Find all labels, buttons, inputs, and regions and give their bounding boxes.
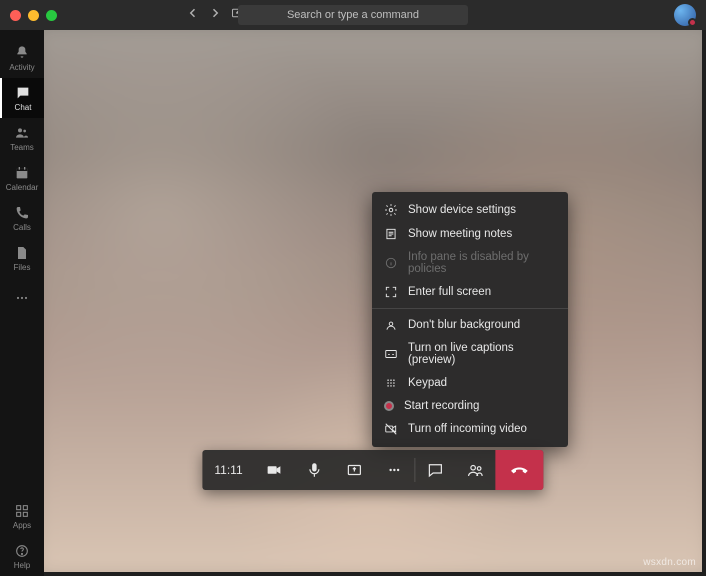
file-icon — [14, 245, 30, 261]
bell-icon — [14, 45, 30, 61]
teams-icon — [14, 125, 30, 141]
rail-chat[interactable]: Chat — [0, 78, 44, 118]
hangup-icon — [510, 460, 530, 480]
menu-device-settings[interactable]: Show device settings — [372, 198, 568, 222]
rail-activity[interactable]: Activity — [0, 38, 44, 78]
meeting-stage: Show device settings Show meeting notes … — [44, 30, 702, 572]
rail-label: Chat — [15, 103, 32, 112]
menu-label: Enter full screen — [408, 286, 491, 298]
menu-label: Don't blur background — [408, 319, 520, 331]
rail-teams[interactable]: Teams — [0, 118, 44, 158]
keypad-icon — [384, 376, 398, 390]
call-timer: 11:11 — [202, 450, 254, 490]
fullscreen-icon — [384, 285, 398, 299]
nav-back-button[interactable] — [187, 6, 199, 24]
gear-icon — [384, 203, 398, 217]
blur-icon — [384, 318, 398, 332]
info-icon — [384, 256, 398, 270]
menu-divider — [372, 308, 568, 309]
more-actions-menu: Show device settings Show meeting notes … — [372, 192, 568, 447]
rail-label: Help — [14, 561, 30, 570]
app-window: Search or type a command Activity Chat T… — [0, 0, 706, 576]
hangup-button[interactable] — [496, 450, 544, 490]
share-button[interactable] — [335, 450, 375, 490]
mic-icon — [306, 461, 324, 479]
ellipsis-icon — [14, 290, 30, 306]
search-input[interactable]: Search or type a command — [238, 5, 468, 25]
search-placeholder: Search or type a command — [287, 9, 419, 21]
menu-blur-background[interactable]: Don't blur background — [372, 313, 568, 337]
calendar-icon — [14, 165, 30, 181]
menu-keypad[interactable]: Keypad — [372, 371, 568, 395]
zoom-window-button[interactable] — [46, 10, 57, 21]
menu-label: Start recording — [404, 400, 479, 412]
phone-icon — [14, 205, 30, 221]
captions-icon — [384, 347, 398, 361]
rail-calendar[interactable]: Calendar — [0, 158, 44, 198]
camera-button[interactable] — [255, 450, 295, 490]
camera-icon — [266, 461, 284, 479]
video-off-icon — [384, 422, 398, 436]
app-rail: Activity Chat Teams Calendar Calls Files — [0, 30, 44, 576]
rail-label: Apps — [13, 521, 31, 530]
menu-label: Show device settings — [408, 204, 516, 216]
rail-more[interactable] — [0, 278, 44, 318]
notes-icon — [384, 227, 398, 241]
chat-icon — [15, 85, 31, 101]
rail-apps[interactable]: Apps — [0, 496, 44, 536]
apps-icon — [14, 503, 30, 519]
call-controls: 11:11 — [202, 450, 543, 490]
rail-label: Calendar — [6, 183, 38, 192]
rail-label: Activity — [9, 63, 34, 72]
menu-meeting-notes[interactable]: Show meeting notes — [372, 222, 568, 246]
mic-button[interactable] — [295, 450, 335, 490]
menu-label: Info pane is disabled by policies — [408, 251, 556, 275]
minimize-window-button[interactable] — [28, 10, 39, 21]
participants-button[interactable] — [456, 450, 496, 490]
rail-calls[interactable]: Calls — [0, 198, 44, 238]
titlebar: Search or type a command — [0, 0, 706, 30]
menu-label: Turn on live captions (preview) — [408, 342, 556, 366]
menu-start-recording[interactable]: Start recording — [372, 395, 568, 417]
menu-live-captions[interactable]: Turn on live captions (preview) — [372, 337, 568, 371]
menu-info-pane: Info pane is disabled by policies — [372, 246, 568, 280]
help-icon — [14, 543, 30, 559]
record-icon — [384, 401, 394, 411]
presence-indicator — [688, 18, 697, 27]
rail-label: Teams — [10, 143, 34, 152]
rail-label: Files — [14, 263, 31, 272]
people-icon — [467, 461, 485, 479]
close-window-button[interactable] — [10, 10, 21, 21]
menu-label: Turn off incoming video — [408, 423, 527, 435]
share-screen-icon — [346, 461, 364, 479]
ellipsis-icon — [386, 461, 404, 479]
avatar[interactable] — [674, 4, 696, 26]
rail-help[interactable]: Help — [0, 536, 44, 576]
window-controls — [10, 10, 57, 21]
chat-icon — [427, 461, 445, 479]
chat-button[interactable] — [416, 450, 456, 490]
menu-label: Show meeting notes — [408, 228, 512, 240]
more-actions-button[interactable] — [375, 450, 415, 490]
menu-fullscreen[interactable]: Enter full screen — [372, 280, 568, 304]
rail-files[interactable]: Files — [0, 238, 44, 278]
menu-label: Keypad — [408, 377, 447, 389]
watermark: wsxdn.com — [643, 557, 696, 568]
rail-label: Calls — [13, 223, 31, 232]
nav-forward-button[interactable] — [209, 6, 221, 24]
menu-turn-off-incoming-video[interactable]: Turn off incoming video — [372, 417, 568, 441]
